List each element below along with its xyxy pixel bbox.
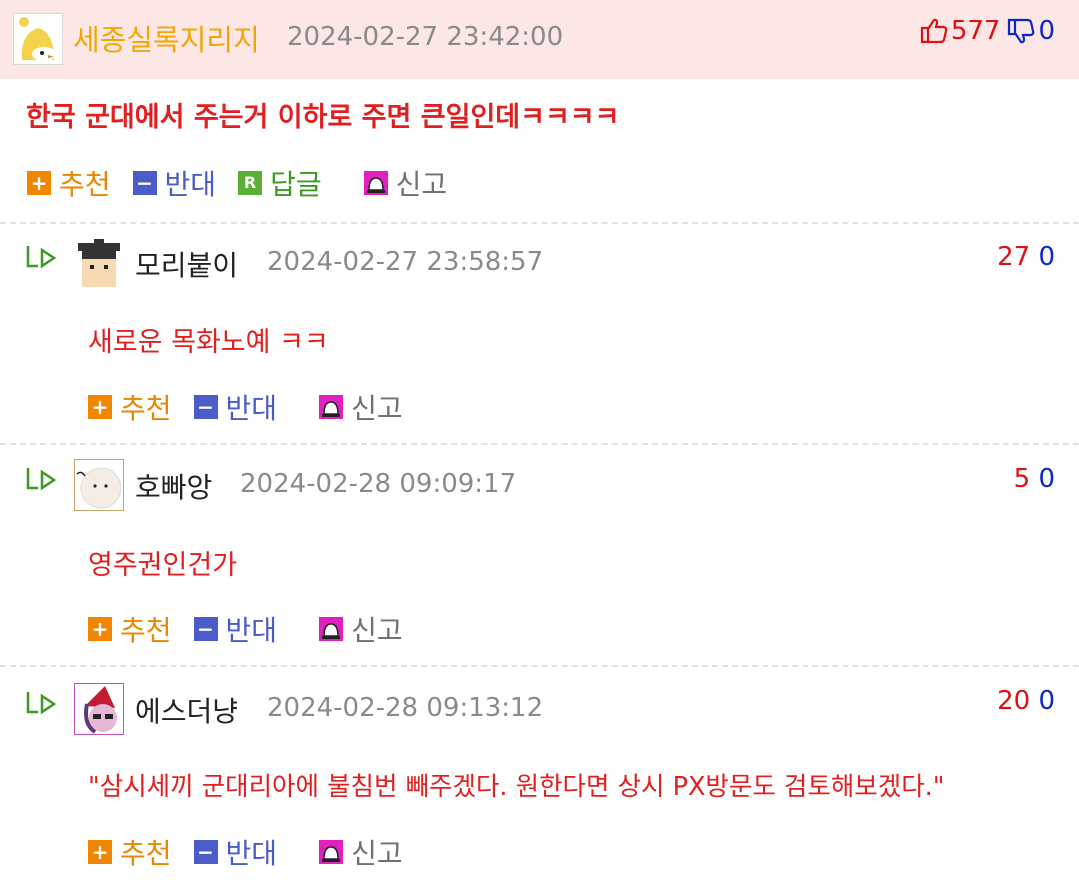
reply-arrow-icon (26, 246, 57, 269)
reply-button[interactable]: R 답글 (238, 163, 322, 203)
comment-votes: 5 0 (1014, 464, 1055, 494)
recommend-button[interactable]: + 추천 (88, 832, 172, 872)
comment-up-count: 27 (997, 242, 1031, 272)
minus-icon: − (193, 840, 218, 864)
comment-votes: 27 0 (997, 242, 1055, 272)
post-up-count: 577 (950, 16, 1001, 46)
bun-avatar-icon (76, 467, 122, 509)
comment-actions: + 추천 − 반대 신고 (88, 389, 425, 425)
report-button[interactable]: 신고 (363, 163, 447, 203)
post-votes: 577 0 (917, 16, 1055, 46)
siren-icon (319, 840, 344, 864)
reply-arrow-icon (26, 692, 57, 715)
comment-body: 새로운 목화노예 ㅋㅋ (88, 327, 329, 358)
plus-icon: + (88, 840, 112, 864)
comment-date: 2024-02-27 23:58:57 (267, 247, 544, 277)
witch-avatar-icon (84, 686, 117, 734)
reply-arrow-icon (26, 468, 57, 491)
thumbs-down-icon[interactable] (1006, 16, 1036, 46)
comment-actions: + 추천 − 반대 신고 (88, 834, 425, 870)
siren-icon (319, 395, 344, 419)
comment-down-count: 0 (1038, 686, 1055, 716)
comment-date: 2024-02-28 09:09:17 (240, 469, 517, 499)
comment-avatar[interactable] (74, 459, 124, 511)
comment-date: 2024-02-28 09:13:12 (267, 693, 544, 723)
bird-avatar-icon (19, 17, 56, 61)
post-header: 세종실록지리지 2024-02-27 23:42:00 577 0 (0, 0, 1079, 79)
siren-icon (319, 617, 344, 641)
post-date: 2024-02-27 23:42:00 (287, 22, 564, 52)
graduate-avatar-icon (78, 239, 120, 287)
post-author-avatar[interactable] (13, 13, 63, 65)
comment-nick[interactable]: 호빠앙 (135, 466, 212, 506)
comment-up-count: 5 (1013, 464, 1031, 494)
comment-avatar[interactable] (74, 683, 124, 735)
recommend-button[interactable]: + 추천 (88, 609, 172, 649)
comment-avatar[interactable] (74, 237, 124, 289)
report-button[interactable]: 신고 (319, 832, 403, 872)
minus-icon: − (193, 617, 218, 641)
plus-icon: + (88, 395, 112, 419)
reply-icon: R (238, 171, 263, 195)
plus-icon: + (27, 171, 51, 195)
recommend-button[interactable]: + 추천 (88, 387, 172, 427)
comment-nick[interactable]: 모리붙이 (135, 244, 238, 284)
minus-icon: − (193, 395, 218, 419)
post-body: 한국 군대에서 주는거 이하로 주면 큰일인데ㅋㅋㅋㅋ (26, 102, 620, 133)
report-button[interactable]: 신고 (319, 609, 403, 649)
oppose-button[interactable]: − 반대 (193, 387, 277, 427)
plus-icon: + (88, 617, 112, 641)
comment-down-count: 0 (1038, 464, 1055, 494)
post-actions: + 추천 − 반대 R 답글 신고 (27, 165, 469, 201)
comment-down-count: 0 (1038, 242, 1055, 272)
comment-actions: + 추천 − 반대 신고 (88, 611, 425, 647)
comment-nick[interactable]: 에스더냥 (135, 690, 238, 730)
thumbs-up-icon[interactable] (919, 16, 949, 46)
post-author-nick[interactable]: 세종실록지리지 (73, 17, 260, 59)
divider (0, 665, 1079, 667)
oppose-button[interactable]: − 반대 (193, 609, 277, 649)
comment-body: 영주권인건가 (88, 550, 238, 581)
divider (0, 443, 1079, 445)
comment-body: "삼시세끼 군대리아에 불침번 빼주겠다. 원한다면 상시 PX방문도 검토해보… (88, 772, 945, 802)
report-button[interactable]: 신고 (319, 387, 403, 427)
comment-votes: 20 0 (997, 686, 1055, 716)
divider (0, 222, 1079, 224)
oppose-button[interactable]: − 반대 (132, 163, 216, 203)
oppose-button[interactable]: − 반대 (193, 832, 277, 872)
recommend-button[interactable]: + 추천 (27, 163, 111, 203)
minus-icon: − (132, 171, 157, 195)
post-down-count: 0 (1038, 16, 1055, 46)
siren-icon (363, 171, 388, 195)
comment-up-count: 20 (997, 686, 1031, 716)
